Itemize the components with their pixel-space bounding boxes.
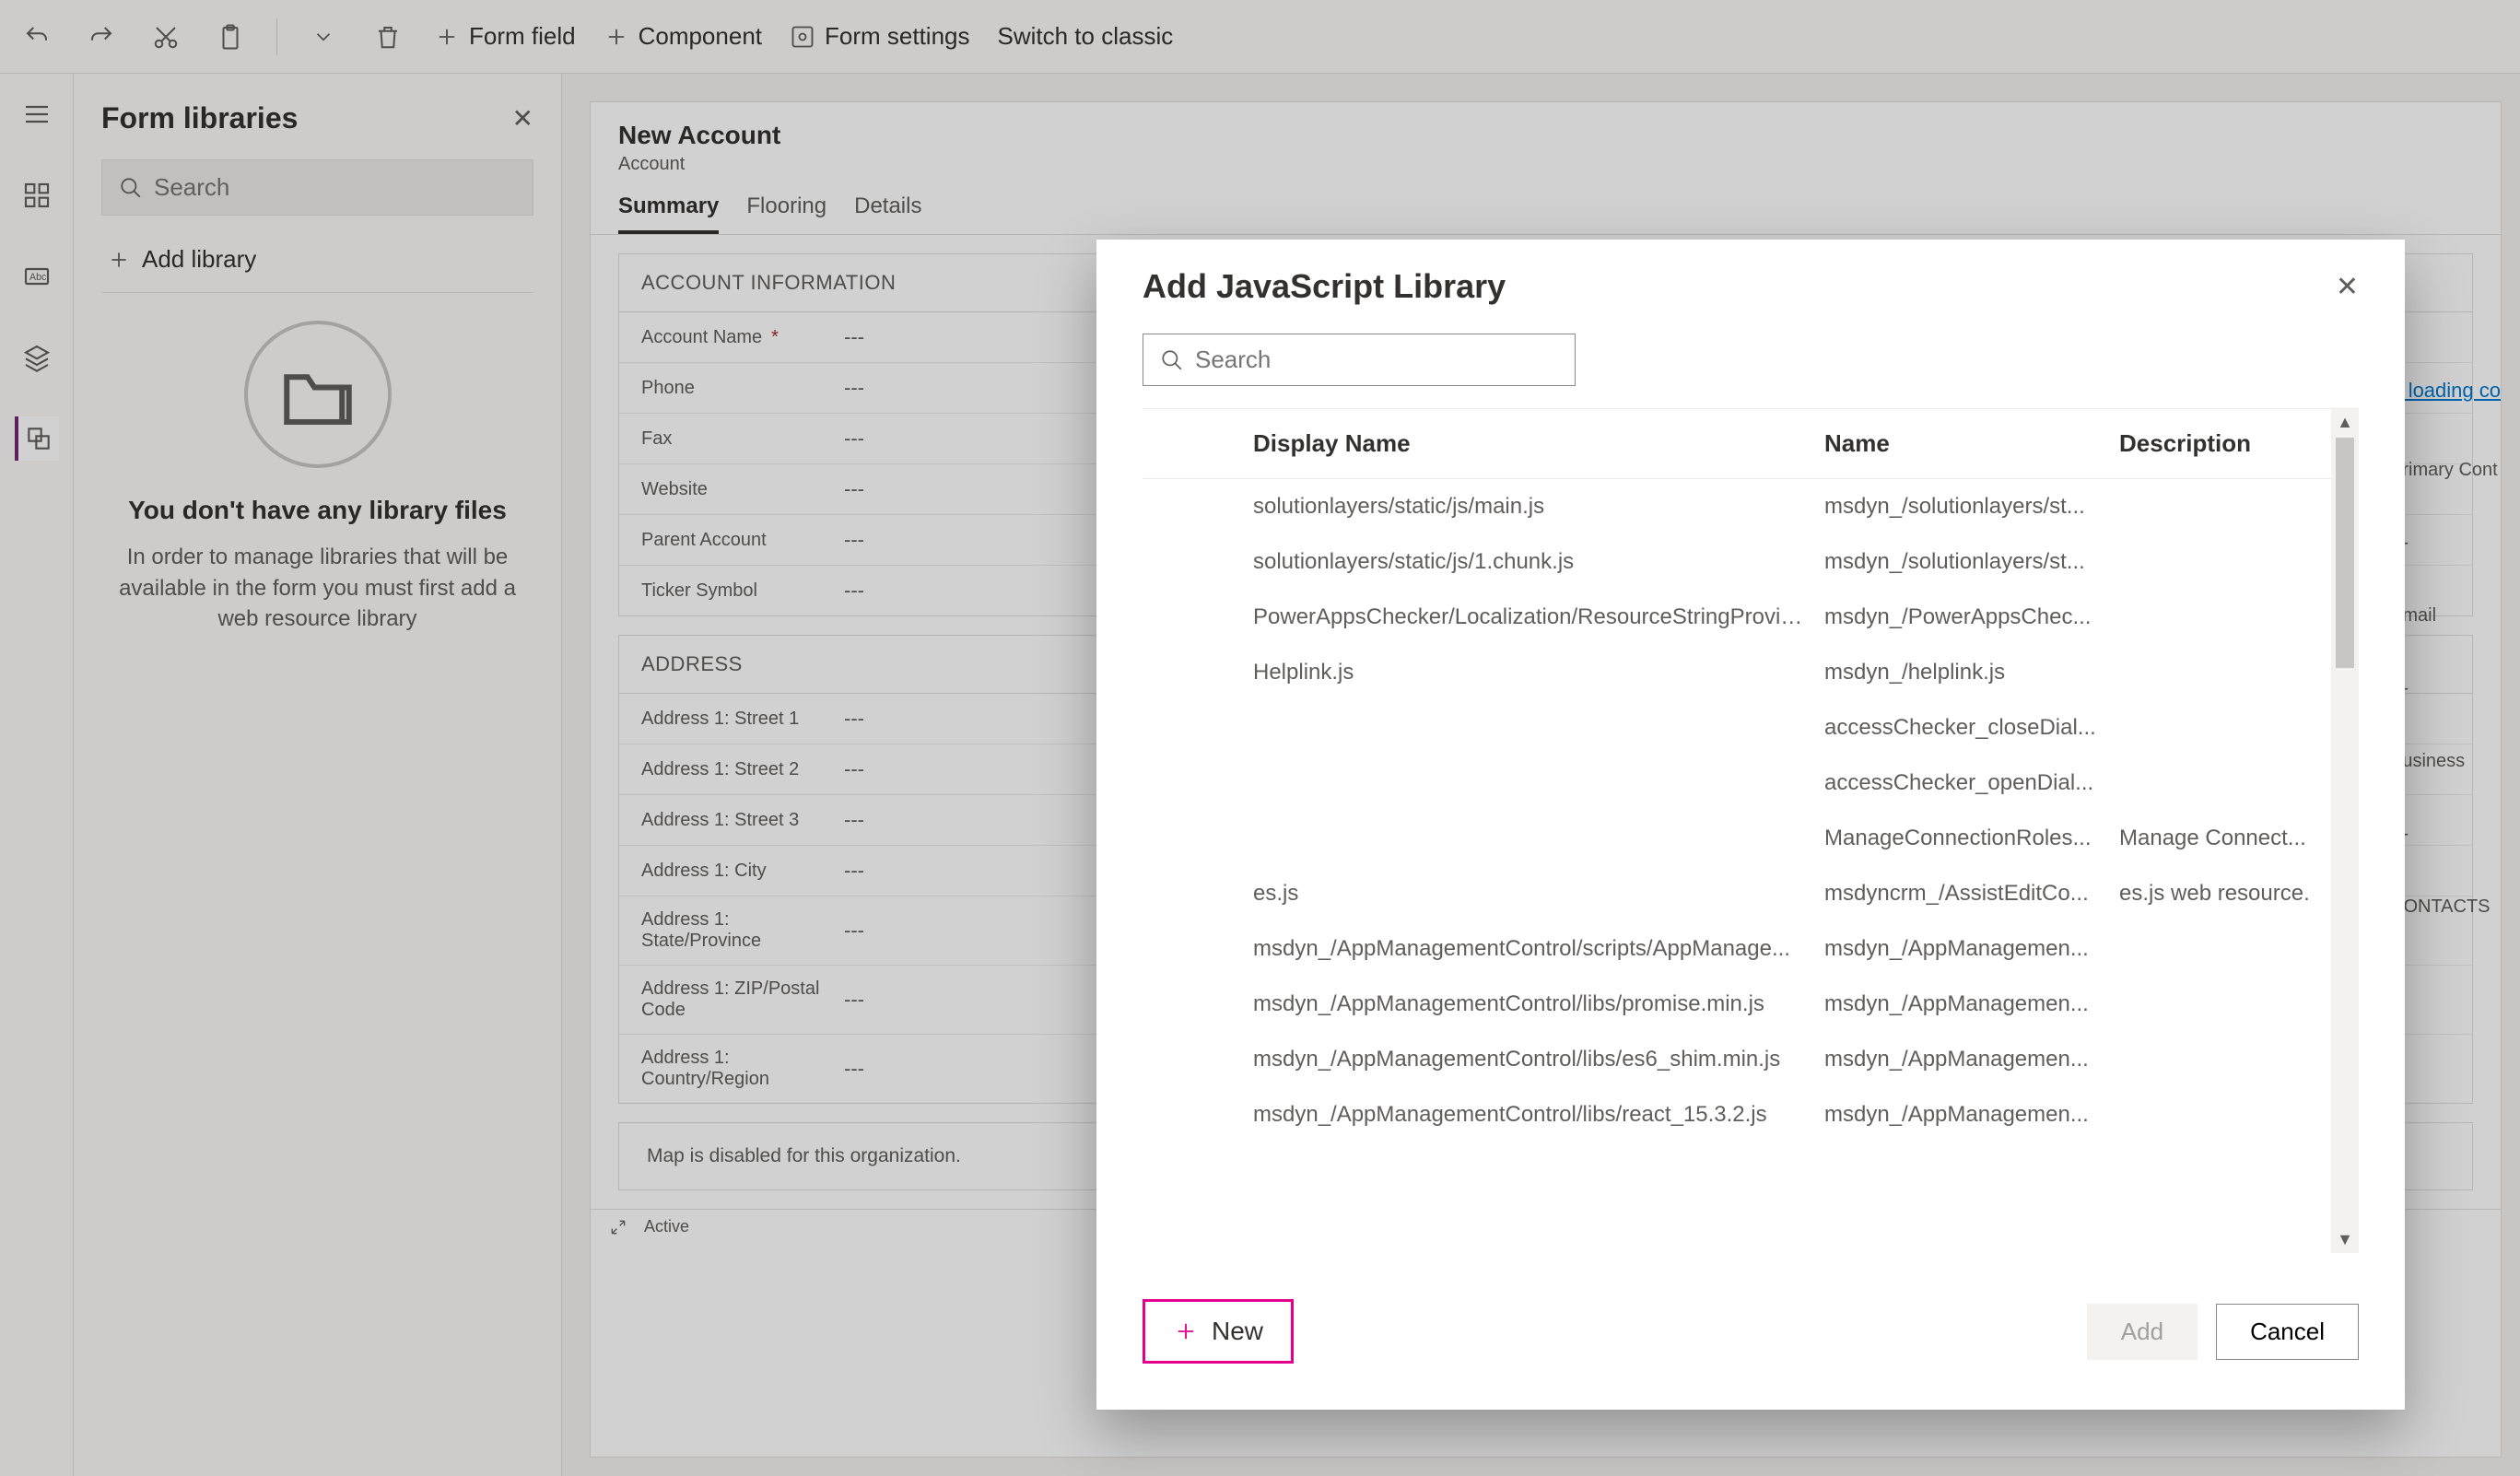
cell-description [2119, 936, 2340, 962]
cell-description [2119, 549, 2340, 575]
table-row[interactable]: solutionlayers/static/js/main.jsmsdyn_/s… [1143, 479, 2359, 534]
cell-name: msdyn_/solutionlayers/st... [1824, 549, 2119, 575]
cell-display-name [1253, 826, 1824, 851]
table-row[interactable]: msdyn_/AppManagementControl/libs/react_1… [1143, 1087, 2359, 1142]
cell-name: accessChecker_closeDial... [1824, 715, 2119, 741]
table-row[interactable]: es.jsmsdyncrm_/AssistEditCo...es.js web … [1143, 866, 2359, 921]
cell-name: msdyn_/solutionlayers/st... [1824, 494, 2119, 520]
table-row[interactable]: PowerAppsChecker/Localization/ResourceSt… [1143, 590, 2359, 645]
scroll-up-icon[interactable]: ▲ [2337, 413, 2353, 432]
cell-name: msdyn_/helplink.js [1824, 660, 2119, 685]
dialog-search[interactable] [1143, 334, 1576, 386]
search-icon [1160, 348, 1184, 372]
cell-description [2119, 715, 2340, 741]
table-row[interactable]: Helplink.jsmsdyn_/helplink.js [1143, 645, 2359, 700]
dialog-close-icon[interactable]: ✕ [2336, 271, 2359, 303]
cell-display-name [1253, 770, 1824, 796]
cell-name: msdyn_/AppManagemen... [1824, 991, 2119, 1017]
dialog-title: Add JavaScript Library [1143, 267, 1506, 306]
cell-display-name: PowerAppsChecker/Localization/ResourceSt… [1253, 604, 1824, 630]
cell-display-name: es.js [1253, 881, 1824, 907]
col-display-name[interactable]: Display Name [1253, 429, 1824, 458]
cell-description: Manage Connect... [2119, 826, 2340, 851]
cell-description [2119, 770, 2340, 796]
cell-display-name [1253, 715, 1824, 741]
add-js-library-dialog: Add JavaScript Library ✕ Display Name Na… [1096, 240, 2405, 1410]
scroll-down-icon[interactable]: ▼ [2337, 1230, 2353, 1249]
cell-display-name: solutionlayers/static/js/main.js [1253, 494, 1824, 520]
cell-description: es.js web resource. [2119, 881, 2340, 907]
add-button: Add [2087, 1304, 2198, 1360]
table-row[interactable]: msdyn_/AppManagementControl/libs/es6_shi… [1143, 1032, 2359, 1087]
cell-display-name: msdyn_/AppManagementControl/libs/react_1… [1253, 1102, 1824, 1128]
cell-display-name: Helplink.js [1253, 660, 1824, 685]
cell-description [2119, 1102, 2340, 1128]
scroll-thumb[interactable] [2336, 438, 2354, 668]
cell-display-name: solutionlayers/static/js/1.chunk.js [1253, 549, 1824, 575]
table-row[interactable]: msdyn_/AppManagementControl/libs/promise… [1143, 977, 2359, 1032]
cell-name: msdyncrm_/AssistEditCo... [1824, 881, 2119, 907]
table-row[interactable]: ManageConnectionRoles...Manage Connect..… [1143, 811, 2359, 866]
cell-name: accessChecker_openDial... [1824, 770, 2119, 796]
cell-description [2119, 991, 2340, 1017]
library-table: Display Name Name Description solutionla… [1143, 408, 2359, 1253]
table-row[interactable]: accessChecker_closeDial... [1143, 700, 2359, 756]
cell-name: msdyn_/PowerAppsChec... [1824, 604, 2119, 630]
table-header: Display Name Name Description [1143, 409, 2359, 479]
cell-name: msdyn_/AppManagemen... [1824, 936, 2119, 962]
new-button-label: New [1212, 1317, 1263, 1346]
col-description[interactable]: Description [2119, 429, 2340, 458]
cell-description [2119, 604, 2340, 630]
cell-name: msdyn_/AppManagemen... [1824, 1047, 2119, 1072]
cell-description [2119, 1047, 2340, 1072]
cell-description [2119, 494, 2340, 520]
cell-display-name: msdyn_/AppManagementControl/libs/promise… [1253, 991, 1824, 1017]
cancel-button[interactable]: Cancel [2216, 1304, 2359, 1360]
table-row[interactable]: msdyn_/AppManagementControl/scripts/AppM… [1143, 921, 2359, 977]
cell-description [2119, 660, 2340, 685]
table-row[interactable]: solutionlayers/static/js/1.chunk.jsmsdyn… [1143, 534, 2359, 590]
cell-name: ManageConnectionRoles... [1824, 826, 2119, 851]
scrollbar[interactable]: ▲ ▼ [2331, 409, 2359, 1253]
new-button[interactable]: New [1143, 1299, 1294, 1364]
dialog-search-input[interactable] [1195, 346, 1558, 374]
cell-display-name: msdyn_/AppManagementControl/libs/es6_shi… [1253, 1047, 1824, 1072]
table-row[interactable]: accessChecker_openDial... [1143, 756, 2359, 811]
cell-name: msdyn_/AppManagemen... [1824, 1102, 2119, 1128]
col-name[interactable]: Name [1824, 429, 2119, 458]
cell-display-name: msdyn_/AppManagementControl/scripts/AppM… [1253, 936, 1824, 962]
